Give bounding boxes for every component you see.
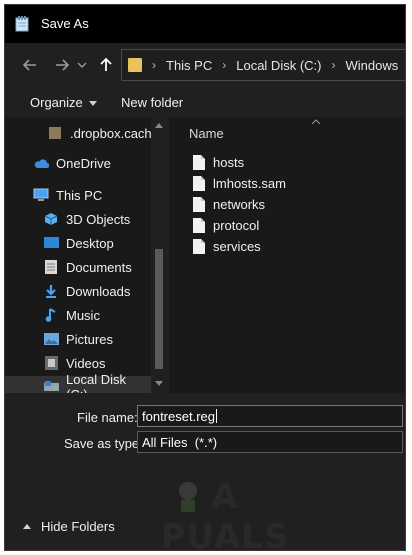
file-icon bbox=[193, 196, 205, 212]
appuals-watermark: A PUALS bbox=[145, 473, 305, 550]
sidebar-item-music[interactable]: Music bbox=[5, 304, 151, 326]
sidebar-item-label: This PC bbox=[56, 187, 103, 203]
sidebar-item-downloads[interactable]: Downloads bbox=[5, 280, 151, 302]
file-item[interactable]: services bbox=[193, 236, 261, 256]
file-icon bbox=[193, 175, 205, 191]
onedrive-cloud-icon bbox=[33, 156, 49, 170]
sidebar-item-label: Documents bbox=[66, 259, 132, 275]
scroll-up-icon[interactable] bbox=[155, 123, 163, 128]
file-name: lmhosts.sam bbox=[213, 175, 286, 191]
breadcrumb-this-pc[interactable]: This PC bbox=[166, 58, 212, 73]
file-name-label: File name: bbox=[77, 410, 138, 425]
chevron-down-icon bbox=[77, 62, 87, 68]
folder-icon bbox=[128, 58, 142, 72]
save-as-dialog: Save As › This PC › Local Disk (C:) › Wi… bbox=[4, 4, 406, 551]
up-button[interactable] bbox=[93, 51, 119, 79]
sidebar-item-label: 3D Objects bbox=[66, 211, 131, 227]
videos-icon bbox=[43, 356, 59, 370]
sidebar-item-local-disk[interactable]: Local Disk (C:) bbox=[5, 372, 151, 393]
back-button[interactable] bbox=[17, 51, 43, 79]
breadcrumb-separator-icon: › bbox=[222, 58, 227, 72]
sidebar-item-onedrive[interactable]: OneDrive bbox=[5, 152, 151, 174]
text-cursor bbox=[216, 409, 217, 423]
file-name: services bbox=[213, 238, 261, 254]
file-item[interactable]: networks bbox=[193, 194, 265, 214]
sidebar-item-this-pc[interactable]: This PC bbox=[5, 184, 151, 206]
file-icon bbox=[193, 238, 205, 254]
sidebar-item-label: Pictures bbox=[66, 331, 113, 347]
watermark-text: A PUALS bbox=[160, 477, 290, 551]
chevron-up-icon bbox=[23, 524, 31, 529]
sidebar-item-label: Music bbox=[66, 307, 100, 323]
recent-locations-button[interactable] bbox=[75, 51, 89, 79]
arrow-right-icon bbox=[56, 59, 70, 71]
sidebar-item-desktop[interactable]: Desktop bbox=[5, 232, 151, 254]
documents-icon bbox=[43, 260, 59, 274]
navigation-pane: .dropbox.cache OneDrive This PC 3D Objec… bbox=[5, 117, 169, 393]
file-name-value: fontreset.reg bbox=[142, 408, 215, 424]
notepad-icon bbox=[15, 16, 29, 32]
file-item[interactable]: lmhosts.sam bbox=[193, 173, 286, 193]
file-name: hosts bbox=[213, 154, 245, 170]
file-name: protocol bbox=[213, 217, 260, 233]
sidebar-item-label: OneDrive bbox=[56, 155, 111, 171]
folder-icon bbox=[47, 126, 63, 140]
organize-label: Organize bbox=[30, 95, 83, 110]
sidebar-item-videos[interactable]: Videos bbox=[5, 352, 151, 374]
drive-icon bbox=[43, 380, 59, 393]
sidebar-item-documents[interactable]: Documents bbox=[5, 256, 151, 278]
breadcrumb-local-disk[interactable]: Local Disk (C:) bbox=[236, 58, 321, 73]
sidebar-item-label: Downloads bbox=[66, 283, 131, 299]
file-icon bbox=[193, 154, 205, 170]
sort-ascending-icon bbox=[312, 119, 320, 124]
chevron-down-icon bbox=[88, 101, 97, 107]
sidebar-item-label: Desktop bbox=[66, 235, 114, 251]
3d-objects-icon bbox=[43, 212, 59, 226]
arrow-left-icon bbox=[22, 59, 36, 71]
sidebar-item-3d-objects[interactable]: 3D Objects bbox=[5, 208, 151, 230]
hide-folders-label: Hide Folders bbox=[41, 519, 115, 534]
computer-icon bbox=[33, 188, 49, 202]
address-bar[interactable]: › This PC › Local Disk (C:) › Windows › … bbox=[121, 49, 405, 81]
forward-button[interactable] bbox=[49, 51, 75, 79]
command-toolbar: Organize New folder bbox=[5, 89, 405, 117]
scroll-down-icon[interactable] bbox=[155, 381, 163, 386]
sidebar-item-label: Videos bbox=[66, 355, 106, 371]
save-as-type-label: Save as type: bbox=[64, 436, 143, 451]
downloads-icon bbox=[43, 284, 59, 298]
column-header-name[interactable]: Name bbox=[189, 126, 224, 141]
sidebar-item-dropbox-cache[interactable]: .dropbox.cache bbox=[5, 122, 159, 144]
file-name: networks bbox=[213, 196, 266, 212]
sidebar-item-pictures[interactable]: Pictures bbox=[5, 328, 151, 350]
breadcrumb-separator-icon: › bbox=[152, 58, 156, 72]
new-folder-button[interactable]: New folder bbox=[121, 95, 183, 110]
file-icon bbox=[193, 217, 205, 233]
breadcrumb-windows[interactable]: Windows bbox=[345, 58, 398, 73]
file-name-input[interactable]: fontreset.reg bbox=[137, 405, 403, 427]
music-icon bbox=[43, 308, 59, 322]
window-title: Save As bbox=[41, 16, 89, 31]
sidebar-item-label: .dropbox.cache bbox=[70, 125, 159, 141]
save-options-panel: File name: fontreset.reg Save as type: A… bbox=[5, 393, 405, 550]
mascot-icon bbox=[179, 482, 197, 512]
title-bar: Save As bbox=[5, 5, 405, 43]
file-item[interactable]: protocol bbox=[193, 215, 259, 235]
sidebar-item-label: Local Disk (C:) bbox=[66, 372, 126, 393]
hide-folders-button[interactable]: Hide Folders bbox=[23, 519, 115, 534]
file-item[interactable]: hosts bbox=[193, 152, 244, 172]
file-list: Name hosts lmhosts.sam networks protocol… bbox=[171, 117, 405, 393]
breadcrumb-separator-icon: › bbox=[331, 58, 336, 72]
navigation-bar: › This PC › Local Disk (C:) › Windows › … bbox=[5, 43, 405, 89]
sidebar-scroll-thumb[interactable] bbox=[155, 249, 163, 369]
save-as-type-select[interactable]: All Files (*.*) bbox=[137, 431, 403, 453]
pictures-icon bbox=[43, 332, 59, 346]
organize-button[interactable]: Organize bbox=[30, 95, 97, 110]
arrow-up-icon bbox=[100, 57, 112, 71]
desktop-icon bbox=[43, 236, 59, 250]
